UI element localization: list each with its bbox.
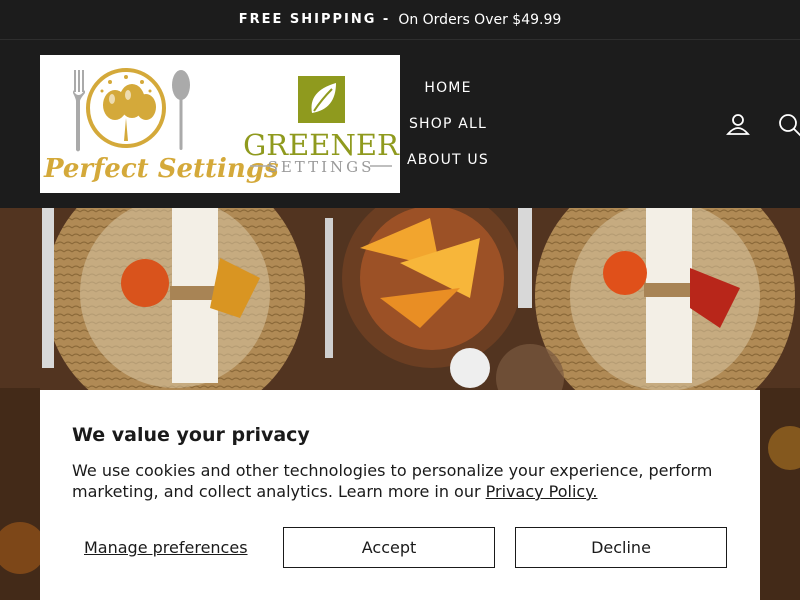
decline-button[interactable]: Decline xyxy=(515,527,727,568)
announcement-strong: FREE SHIPPING - xyxy=(238,12,391,27)
privacy-actions: Manage preferences Accept Decline xyxy=(72,527,728,569)
privacy-body: We use cookies and other technologies to… xyxy=(72,460,728,502)
nav-shop-all[interactable]: SHOP ALL xyxy=(409,106,487,142)
manage-preferences-link[interactable]: Manage preferences xyxy=(84,538,248,557)
privacy-banner: We value your privacy We use cookies and… xyxy=(40,390,760,600)
main-nav: HOME SHOP ALL ABOUT US xyxy=(400,70,496,178)
accept-button[interactable]: Accept xyxy=(283,527,495,568)
privacy-body-text: We use cookies and other technologies to… xyxy=(72,461,713,501)
account-icon[interactable] xyxy=(725,112,751,138)
announcement-bar: FREE SHIPPING - On Orders Over $49.99 xyxy=(0,0,800,40)
logo-greener-text: GREENER xyxy=(243,128,400,162)
nav-about-us[interactable]: ABOUT US xyxy=(407,142,489,178)
privacy-policy-link[interactable]: Privacy Policy. xyxy=(486,482,598,501)
logo-settings-text: SETTINGS xyxy=(268,158,375,176)
site-header: Perfect Settings GREENER SETTINGS HOME S… xyxy=(0,40,800,208)
privacy-title: We value your privacy xyxy=(72,424,310,446)
search-icon[interactable] xyxy=(777,112,800,138)
nav-home[interactable]: HOME xyxy=(424,70,471,106)
announcement-text: On Orders Over $49.99 xyxy=(398,11,562,28)
site-logo[interactable]: Perfect Settings GREENER SETTINGS xyxy=(40,55,400,193)
logo-art: Perfect Settings GREENER SETTINGS xyxy=(43,68,400,184)
